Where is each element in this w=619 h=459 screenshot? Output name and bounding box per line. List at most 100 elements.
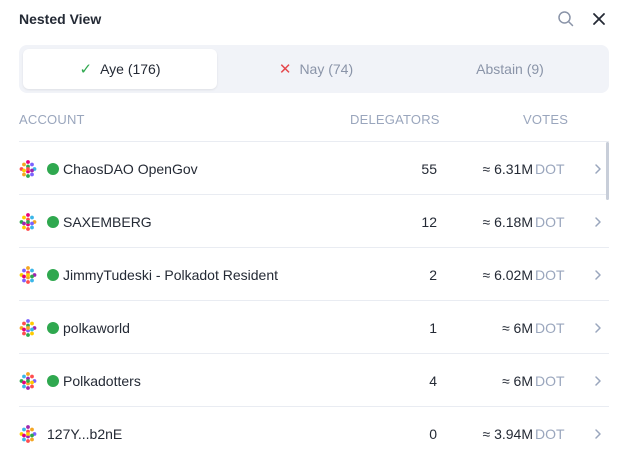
identicon-dot <box>26 379 30 383</box>
identicon-dot <box>22 384 26 389</box>
identicon-dot <box>22 327 26 332</box>
delegator-count: 4 <box>429 373 437 389</box>
identicon-dot <box>22 433 26 438</box>
column-header-votes: VOTES <box>523 112 569 127</box>
dialog-title: Nested View <box>19 11 102 27</box>
vote-unit: DOT <box>535 267 565 283</box>
identicon-dot <box>26 319 30 323</box>
search-icon[interactable] <box>557 10 575 28</box>
account-name: SAXEMBERG <box>63 214 152 230</box>
voter-row[interactable]: 127Y...b2nE 0 ≈ 3.94M DOT <box>19 406 609 459</box>
identicon-dot <box>26 386 30 390</box>
vote-amount: ≈ 6M <box>501 373 533 389</box>
dialog-header: Nested View <box>0 0 619 38</box>
voter-row[interactable]: JimmyTudeski - Polkadot Resident 2 ≈ 6.0… <box>19 247 609 300</box>
identicon-dot <box>26 174 30 178</box>
identicon-dot <box>26 432 30 436</box>
verified-icon <box>47 163 59 175</box>
identicon-dot <box>30 168 34 173</box>
identicon-icon <box>19 372 37 390</box>
chevron-right-icon <box>595 164 601 174</box>
identicon-dot <box>22 172 26 177</box>
identicon-dot <box>26 220 30 224</box>
identicon-dot <box>22 168 26 173</box>
vote-unit: DOT <box>535 373 565 389</box>
identicon-dot <box>26 273 30 277</box>
identicon-dot <box>22 162 26 167</box>
identicon-dot <box>22 437 26 442</box>
identicon-dot <box>26 160 30 164</box>
identicon-dot <box>30 221 34 226</box>
identicon-dot <box>30 327 34 332</box>
identicon-dot <box>26 333 30 337</box>
verified-icon <box>47 375 59 387</box>
identicon-icon <box>19 266 37 284</box>
account-name: Polkadotters <box>63 373 141 389</box>
delegator-count: 55 <box>421 161 437 177</box>
identicon-dot <box>26 280 30 284</box>
chevron-right-icon <box>595 217 601 227</box>
vote-amount: ≈ 6M <box>501 320 533 336</box>
identicon-dot <box>22 427 26 432</box>
verified-icon <box>47 216 59 228</box>
voter-row[interactable]: Polkadotters 4 ≈ 6M DOT <box>19 353 609 406</box>
check-icon: ✓ <box>79 60 93 78</box>
identicon-icon <box>19 319 37 337</box>
chevron-right-icon <box>595 270 601 280</box>
scrollbar-thumb[interactable] <box>606 142 609 200</box>
tab-aye-label: Aye (176) <box>100 61 161 77</box>
chevron-right-icon <box>595 429 601 439</box>
identicon-dot <box>30 162 34 167</box>
vote-amount: ≈ 6.31M <box>482 161 533 177</box>
vote-amount: ≈ 6.02M <box>482 267 533 283</box>
vote-unit: DOT <box>535 214 565 230</box>
tab-abstain[interactable]: Abstain (9) <box>415 49 605 89</box>
identicon-dot <box>30 331 34 336</box>
identicon-dot <box>30 278 34 283</box>
verified-icon <box>47 269 59 281</box>
identicon-dot <box>30 374 34 379</box>
column-header-account: ACCOUNT <box>19 112 85 127</box>
identicon-dot <box>30 437 34 442</box>
identicon-dot <box>26 266 30 270</box>
identicon-dot <box>30 321 34 326</box>
delegator-count: 12 <box>421 214 437 230</box>
tab-nay[interactable]: ✕ Nay (74) <box>219 49 413 89</box>
identicon-dot <box>22 331 26 336</box>
identicon-dot <box>26 372 30 376</box>
cross-icon: ✕ <box>278 60 292 78</box>
voter-row[interactable]: polkaworld 1 ≈ 6M DOT <box>19 300 609 353</box>
account-name: ChaosDAO OpenGov <box>63 161 198 177</box>
delegator-count: 2 <box>429 267 437 283</box>
identicon-dot <box>22 274 26 279</box>
identicon-icon <box>19 160 37 178</box>
identicon-dot <box>22 374 26 379</box>
chevron-right-icon <box>595 376 601 386</box>
vote-amount: ≈ 3.94M <box>482 426 533 442</box>
vote-unit: DOT <box>535 426 565 442</box>
identicon-dot <box>22 380 26 385</box>
voter-row[interactable]: ChaosDAO OpenGov 55 ≈ 6.31M DOT <box>19 141 609 194</box>
tab-abstain-label: Abstain (9) <box>476 61 544 77</box>
identicon-dot <box>30 268 34 273</box>
identicon-dot <box>26 227 30 231</box>
account-name: 127Y...b2nE <box>47 426 123 442</box>
verified-icon <box>47 322 59 334</box>
delegator-count: 0 <box>429 426 437 442</box>
identicon-dot <box>22 278 26 283</box>
identicon-dot <box>26 439 30 443</box>
tab-aye[interactable]: ✓ Aye (176) <box>23 49 217 89</box>
identicon-dot <box>30 380 34 385</box>
voter-row[interactable]: SAXEMBERG 12 ≈ 6.18M DOT <box>19 194 609 247</box>
identicon-dot <box>22 268 26 273</box>
identicon-icon <box>19 213 37 231</box>
identicon-dot <box>26 167 30 171</box>
identicon-dot <box>22 225 26 230</box>
identicon-dot <box>22 321 26 326</box>
voter-list: ChaosDAO OpenGov 55 ≈ 6.31M DOT SAXEMBER… <box>19 141 609 459</box>
vote-amount: ≈ 6.18M <box>482 214 533 230</box>
close-icon[interactable] <box>589 9 609 29</box>
identicon-dot <box>22 215 26 220</box>
identicon-dot <box>30 215 34 220</box>
column-header-delegators: DELEGATORS <box>350 112 440 127</box>
